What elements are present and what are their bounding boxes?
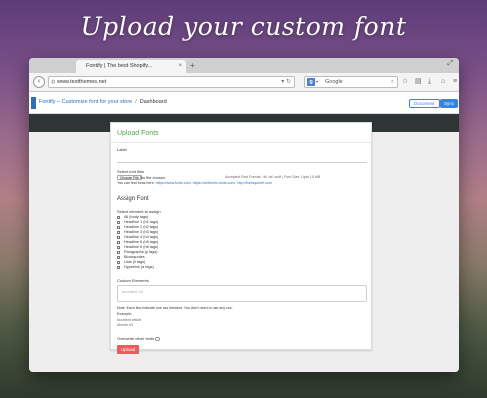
- checkbox[interactable]: [117, 236, 120, 239]
- checkbox[interactable]: [117, 256, 120, 259]
- hero-title: Upload your custom font: [80, 12, 407, 41]
- search-placeholder: Google: [325, 79, 343, 85]
- resize-icon[interactable]: ⤢: [447, 60, 453, 68]
- home-icon[interactable]: ⌂: [441, 77, 445, 87]
- example-label: Example:: [117, 312, 132, 316]
- note-line: Note: Each line indicate one css element…: [117, 306, 233, 311]
- label-input[interactable]: [117, 158, 367, 163]
- example-line: #home h3: [117, 323, 133, 327]
- checkbox[interactable]: [117, 241, 120, 244]
- search-engine-icon: g: [307, 78, 315, 86]
- globe-icon: ◍: [51, 79, 56, 85]
- breadcrumb: Fontify – Customize font for your store /…: [39, 99, 167, 105]
- search-input[interactable]: g ▾ Google ⌕: [304, 76, 398, 88]
- custom-elements-textarea[interactable]: #content h3: [117, 285, 367, 302]
- checkbox[interactable]: [117, 266, 120, 269]
- note-label: Note:: [117, 306, 126, 310]
- no-file-text: No file chosen: [140, 175, 166, 180]
- reload-icon[interactable]: ▾ ↻: [281, 77, 291, 87]
- checkbox-row[interactable]: Hyperlink (a tags): [117, 265, 237, 270]
- breadcrumb-separator: /: [135, 99, 137, 105]
- select-files-caption: Select font files: [117, 169, 145, 174]
- custom-elements-caption: Custom Elements: [117, 278, 149, 283]
- checkbox[interactable]: [117, 251, 120, 254]
- sync-button[interactable]: Sync: [440, 99, 459, 108]
- download-icon[interactable]: ⤓: [428, 77, 431, 87]
- checkbox[interactable]: [117, 231, 120, 234]
- new-tab-icon[interactable]: +: [190, 60, 195, 71]
- find-fonts-prefix: You can find fonts here:: [117, 181, 155, 185]
- assign-title: Assign Font: [117, 196, 149, 202]
- page-content: Fontify – Customize font for your store /…: [29, 92, 459, 372]
- label-caption: Label: [117, 147, 127, 152]
- checkbox[interactable]: [117, 216, 120, 219]
- browser-window: Fontify | The best Shopify... × + ⤢ ‹ ◍ …: [29, 58, 459, 372]
- app-logo: [31, 97, 36, 109]
- upload-card: Upload Fonts Label Select font files Cho…: [110, 122, 372, 354]
- find-fonts-links[interactable]: https://www.fonts.com, https://webfonts.…: [156, 181, 272, 185]
- url-text: www.testthemes.net: [57, 79, 107, 85]
- browser-toolbar: ‹ ◍ www.testthemes.net ▾ ↻ g ▾ Google ⌕ …: [29, 73, 459, 92]
- browser-tab[interactable]: Fontify | The best Shopify... ×: [76, 60, 186, 73]
- url-bar[interactable]: ◍ www.testthemes.net ▾ ↻: [48, 76, 295, 88]
- element-checkbox-list: All (body tags) Headline 1 (h1 tags) Hea…: [117, 215, 237, 270]
- star-icon[interactable]: ☆: [402, 77, 408, 87]
- app-header: Fontify – Customize font for your store /…: [29, 92, 459, 114]
- format-info: Accepted Font Format : ttf, otf, woff | …: [225, 175, 321, 179]
- checkbox[interactable]: [117, 226, 120, 229]
- note-text: Each line indicate one css element. You …: [126, 306, 233, 310]
- overwrite-toggle[interactable]: [155, 337, 160, 341]
- breadcrumb-app[interactable]: Fontify – Customize font for your store: [39, 99, 132, 105]
- document-button[interactable]: Document: [409, 99, 440, 108]
- upload-button[interactable]: Upload: [117, 345, 139, 354]
- select-element-caption: Select element to assign: [117, 209, 161, 214]
- choose-file-button[interactable]: Choose File: [117, 175, 142, 180]
- tab-bar: Fontify | The best Shopify... × + ⤢: [29, 58, 459, 73]
- tab-close-icon[interactable]: ×: [178, 60, 182, 73]
- reader-icon[interactable]: ▤: [415, 77, 422, 87]
- checkbox[interactable]: [117, 246, 120, 249]
- checkbox[interactable]: [117, 221, 120, 224]
- breadcrumb-page: Dashboard: [139, 99, 167, 105]
- search-icon[interactable]: ⌕: [391, 77, 394, 87]
- checkbox-label: Hyperlink (a tags): [124, 265, 154, 269]
- chevron-down-icon: ▾: [316, 79, 319, 84]
- checkbox[interactable]: [117, 261, 120, 264]
- divider: [111, 142, 371, 143]
- upload-title: Upload Fonts: [117, 130, 159, 137]
- menu-icon[interactable]: ≡: [453, 77, 457, 87]
- tab-title: Fontify | The best Shopify...: [86, 63, 153, 69]
- find-fonts-line: You can find fonts here: https://www.fon…: [117, 181, 272, 186]
- back-icon[interactable]: ‹: [33, 76, 45, 88]
- overwrite-label: Overwrite other fonts: [117, 336, 155, 341]
